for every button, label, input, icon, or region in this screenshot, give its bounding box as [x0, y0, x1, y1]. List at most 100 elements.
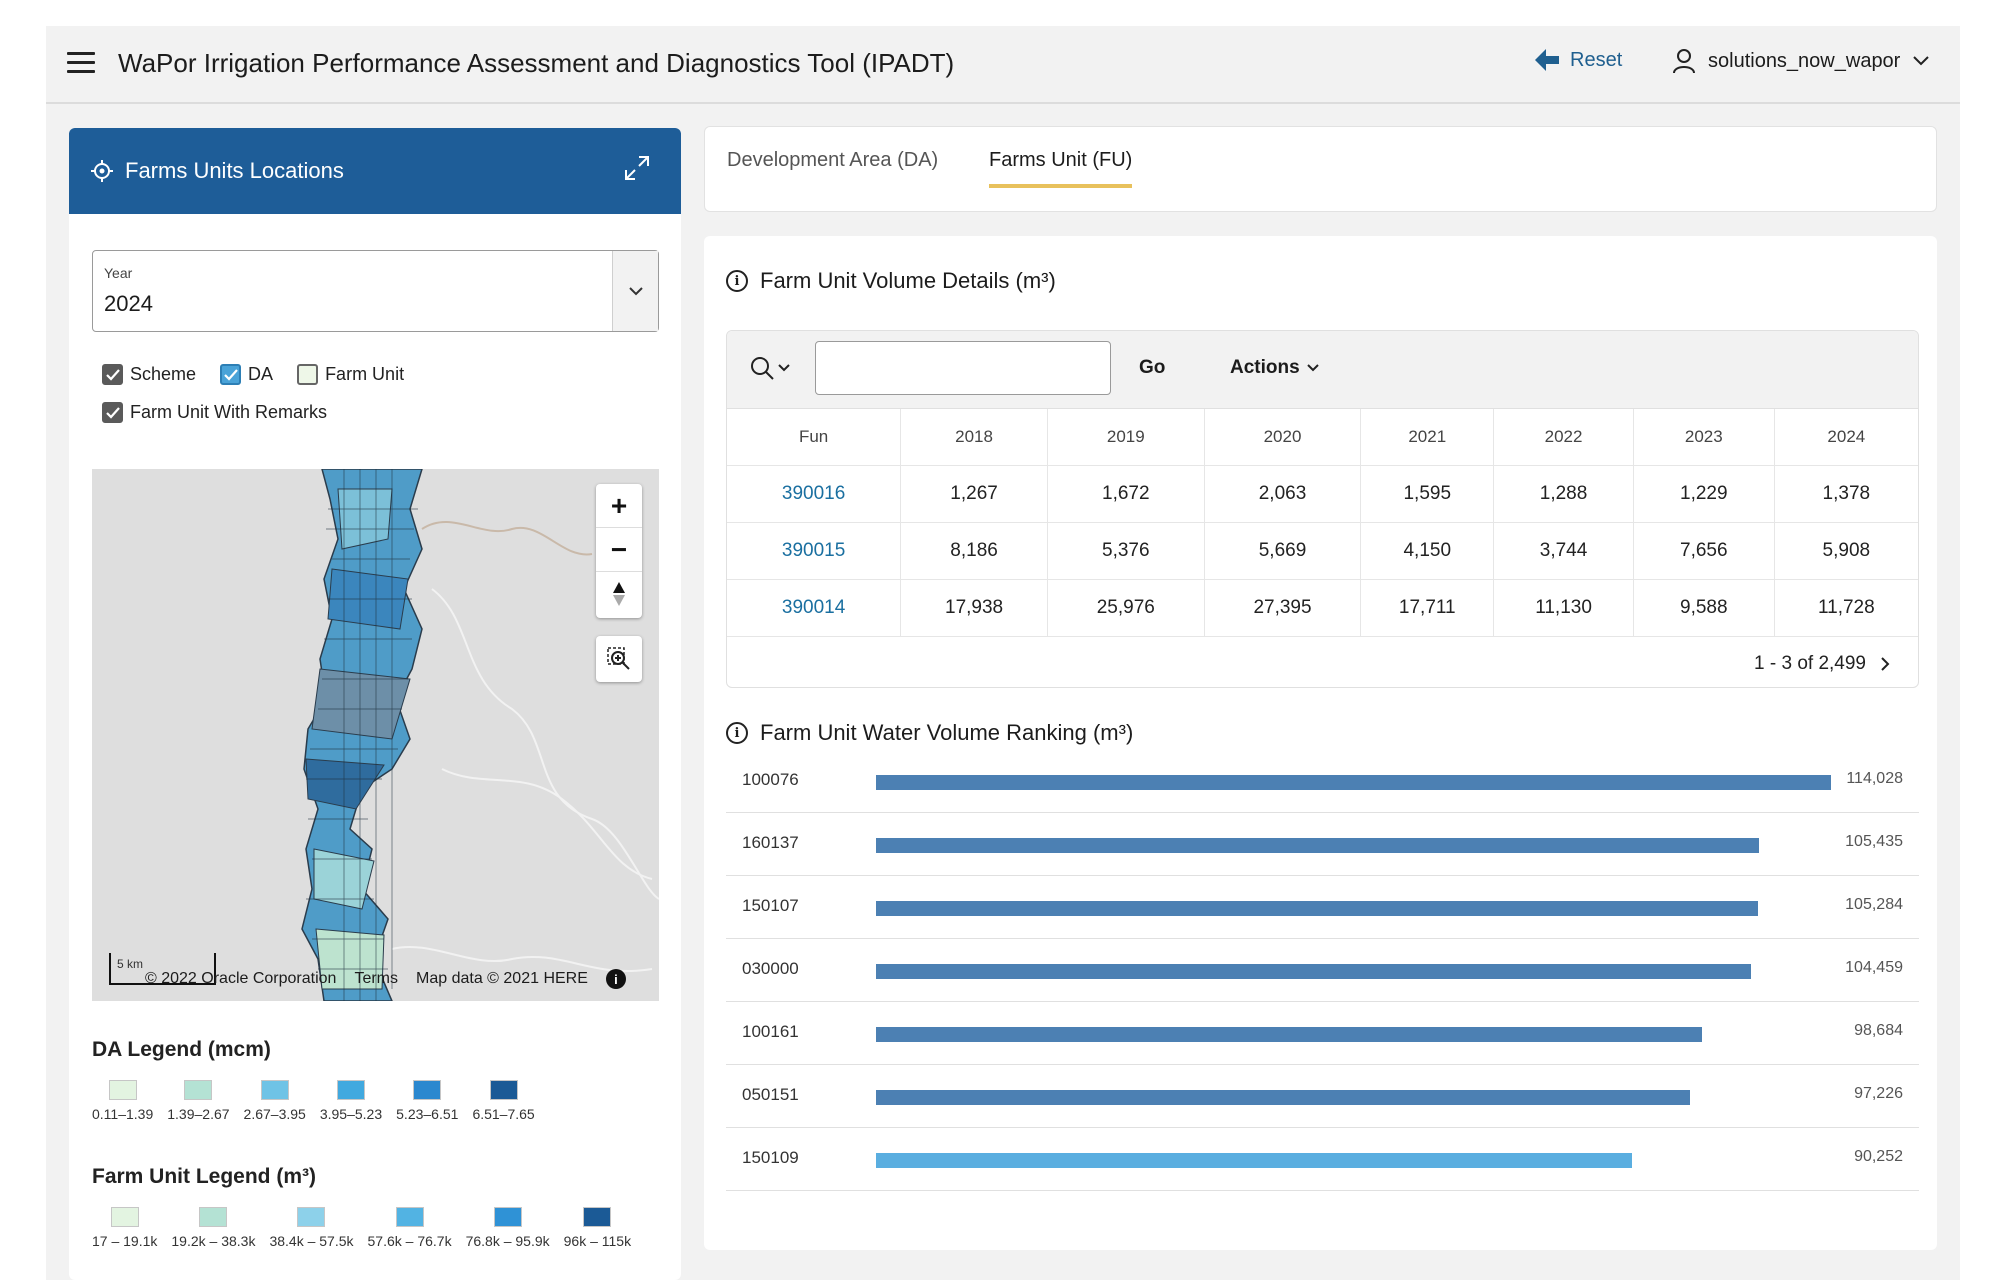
ranking-value-label: 90,252 [1854, 1148, 1903, 1165]
volume-cell: 17,938 [900, 579, 1048, 637]
ranking-row: 150107 105,284 [726, 876, 1919, 939]
legend-swatch [184, 1080, 213, 1100]
legend-label: 2.67–3.95 [243, 1106, 306, 1122]
farm-unit-remarks-label: Farm Unit With Remarks [130, 402, 328, 422]
column-header[interactable]: 2018 [900, 409, 1048, 466]
actions-menu-button[interactable]: Actions [1230, 357, 1320, 379]
legend-swatch [493, 1207, 522, 1227]
legend-label: 38.4k – 57.5k [269, 1233, 354, 1249]
user-menu[interactable]: solutions_now_wapor [1672, 48, 1930, 74]
volume-details-report: Go Actions Fun 2018 2019 2020 2021 2022 2023 20… [726, 330, 1919, 688]
volume-cell: 1,672 [1047, 465, 1205, 523]
farm-unit-label: Farm Unit [325, 364, 405, 384]
da-legend-item: 2.67–3.95 [244, 1080, 306, 1122]
reset-button[interactable]: Reset [1534, 48, 1622, 72]
fu-legend-item: 76.8k – 95.9k [466, 1207, 550, 1249]
volume-cell: 1,288 [1493, 465, 1634, 523]
ranking-bar[interactable] [876, 964, 1751, 979]
ranking-title: Farm Unit Water Volume Ranking (m³) [760, 720, 1134, 745]
layer-checkboxes: Scheme DA Farm Unit Farm Unit With Remar… [102, 364, 404, 440]
volume-cell: 1,595 [1360, 465, 1495, 523]
ranking-bar[interactable] [876, 901, 1758, 916]
ranking-bar[interactable] [876, 1090, 1691, 1105]
map-copyright: © 2022 Oracle Corporation [145, 970, 337, 987]
pagination: 1 - 3 of 2,499 [1754, 653, 1890, 675]
ranking-value-label: 104,459 [1845, 959, 1903, 976]
info-icon[interactable]: i [726, 270, 748, 292]
da-legend: 0.11–1.39 1.39–2.67 2.67–3.95 3.95–5.23 5.23… [92, 1080, 652, 1122]
year-label: Year [104, 265, 133, 281]
da-legend-item: 1.39–2.67 [167, 1080, 230, 1122]
year-select[interactable]: Year 2024 [92, 250, 659, 332]
map-terms-link[interactable]: Terms [354, 970, 398, 988]
legend-label: 76.8k – 95.9k [465, 1233, 550, 1249]
column-header[interactable]: 2021 [1360, 409, 1495, 466]
column-header[interactable]: 2020 [1204, 409, 1362, 466]
table-header-row: Fun 2018 2019 2020 2021 2022 2023 2024 [727, 409, 1918, 466]
ranking-value-label: 105,284 [1845, 896, 1903, 913]
column-header[interactable]: Fun [727, 409, 902, 466]
zoom-out-button[interactable]: − [596, 528, 642, 572]
report-search-input[interactable] [815, 341, 1111, 395]
ranking-category-label: 150107 [742, 896, 799, 915]
volume-cell: 8,186 [900, 522, 1048, 580]
ranking-bar[interactable] [876, 1153, 1632, 1168]
farm-unit-remarks-checkbox[interactable]: Farm Unit With Remarks [102, 402, 327, 423]
info-icon[interactable]: i [726, 722, 748, 744]
hamburger-menu-icon[interactable] [67, 52, 95, 74]
zoom-in-button[interactable]: + [596, 484, 642, 528]
tab-development-area[interactable]: Development Area (DA) [727, 149, 938, 184]
column-header[interactable]: 2024 [1774, 409, 1918, 466]
legend-swatch [395, 1207, 424, 1227]
volume-cell: 11,728 [1774, 579, 1918, 637]
legend-label: 19.2k – 38.3k [171, 1233, 256, 1249]
go-button[interactable]: Go [1139, 357, 1165, 379]
map-data-credit: Map data © 2021 HERE [416, 970, 588, 987]
legend-swatch [199, 1207, 228, 1227]
map-canvas[interactable] [92, 469, 659, 1001]
compass-north-button[interactable] [596, 572, 642, 616]
zoom-area-icon [607, 647, 630, 670]
ranking-bar[interactable] [876, 838, 1760, 853]
location-target-icon [91, 160, 113, 182]
chevron-right-icon[interactable] [1880, 656, 1890, 672]
ranking-category-label: 160137 [742, 833, 799, 852]
map-zoom-controls: + − [596, 484, 642, 618]
table-row: 390016 1,267 1,672 2,063 1,595 1,288 1,229 1,37… [727, 465, 1918, 523]
ranking-row: 100161 98,684 [726, 1002, 1919, 1065]
ranking-bar[interactable] [876, 775, 1831, 790]
arrow-left-icon [1535, 49, 1559, 71]
user-icon [1673, 49, 1695, 74]
ranking-category-label: 100161 [742, 1022, 799, 1041]
fu-legend-item: 38.4k – 57.5k [269, 1207, 354, 1249]
search-column-selector[interactable] [749, 355, 791, 381]
tab-farms-unit[interactable]: Farms Unit (FU) [989, 149, 1133, 188]
volume-cell: 9,588 [1633, 579, 1775, 637]
farm-units-map[interactable]: + − 5 km © 2022 Oracle Corporation Terms… [92, 469, 659, 1001]
da-checkbox[interactable]: DA [220, 364, 273, 385]
column-header[interactable]: 2019 [1047, 409, 1205, 466]
report-toolbar: Go Actions [727, 331, 1918, 409]
scheme-checkbox[interactable]: Scheme [102, 364, 196, 385]
ranking-bar[interactable] [876, 1027, 1703, 1042]
farm-unit-checkbox[interactable]: Farm Unit [297, 364, 404, 385]
da-legend-title: DA Legend (mcm) [92, 1038, 271, 1061]
legend-swatch [297, 1207, 326, 1227]
year-dropdown-button[interactable] [612, 251, 658, 331]
checkbox-checked-icon [102, 364, 123, 385]
fun-id-link[interactable]: 390015 [782, 540, 845, 561]
chevron-down-icon [778, 364, 790, 372]
column-header[interactable]: 2023 [1633, 409, 1775, 466]
fun-id-link[interactable]: 390014 [782, 597, 845, 618]
fu-legend-title: Farm Unit Legend (m³) [92, 1165, 316, 1188]
legend-label: 96k – 115k [563, 1233, 632, 1249]
fun-id-link[interactable]: 390016 [782, 483, 845, 504]
zoom-to-area-button[interactable] [596, 636, 642, 682]
legend-label: 57.6k – 76.7k [367, 1233, 452, 1249]
volume-cell: 3,744 [1493, 522, 1634, 580]
legend-swatch [413, 1080, 442, 1100]
expand-icon[interactable] [623, 154, 651, 182]
da-legend-item: 0.11–1.39 [92, 1080, 153, 1122]
column-header[interactable]: 2022 [1493, 409, 1634, 466]
info-icon[interactable]: i [605, 969, 626, 989]
